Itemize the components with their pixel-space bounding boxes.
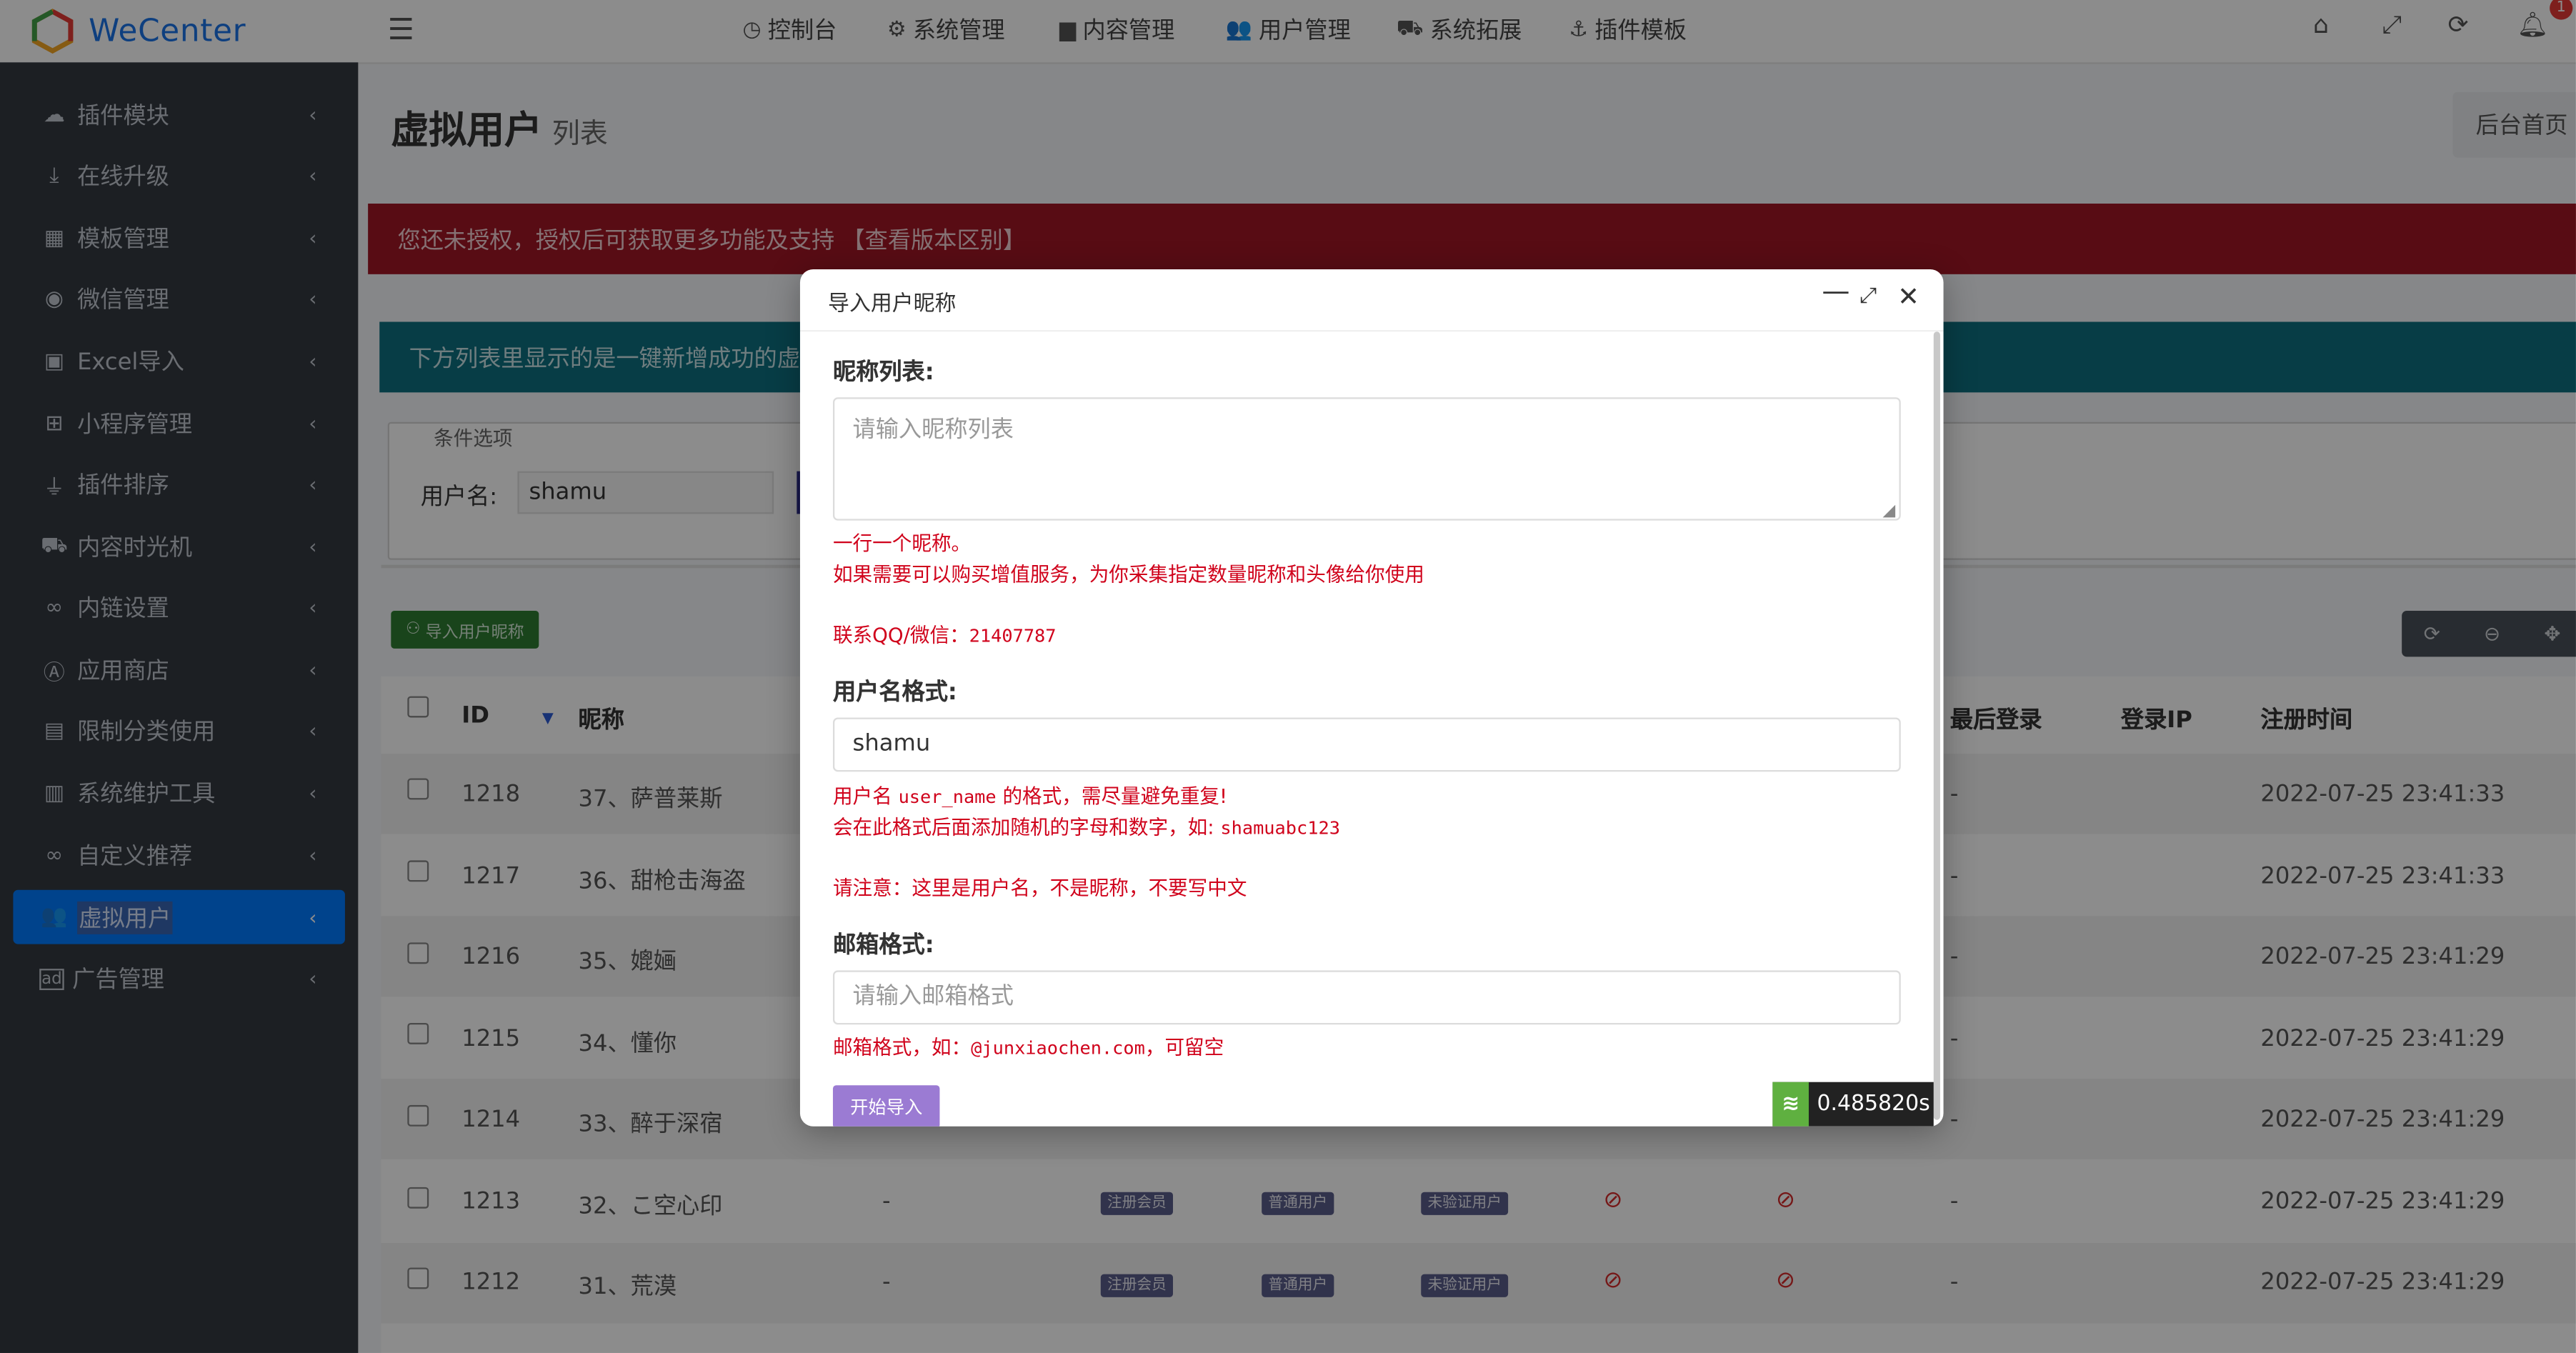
help-text: 会在此格式后面添加随机的字母和数字，如:: [832, 816, 1214, 839]
debug-timer[interactable]: ≋ 0.485820s: [1772, 1082, 1934, 1127]
help-text: 邮箱格式，如：: [832, 1036, 972, 1059]
debugbar-logo-icon: ≋: [1772, 1082, 1809, 1127]
help-text: 用户名: [832, 784, 892, 808]
dialog-scrollbar[interactable]: [1933, 331, 1940, 1120]
contact-qq: 21407787: [969, 625, 1057, 647]
username-format-input[interactable]: shamu: [832, 717, 1901, 772]
import-nickname-dialog: 导入用户昵称 — ⤢ ✕ 昵称列表: 请输入昵称列表 ◢ 一行一个昵称。 如果需…: [799, 269, 1944, 1127]
username-warning: 请注意：这里是用户名，不是昵称，不要写中文: [832, 877, 1247, 900]
help-text: 的格式，需尽量避免重复!: [1002, 784, 1228, 808]
email-format-label: 邮箱格式:: [832, 932, 934, 959]
dialog-header: [799, 269, 1944, 332]
minimize-icon[interactable]: —: [1822, 276, 1849, 309]
close-icon[interactable]: ✕: [1897, 281, 1919, 312]
resize-grip-icon[interactable]: ◢: [1882, 502, 1895, 520]
help-code: shamuabc123: [1220, 817, 1340, 839]
nickname-help-line1: 一行一个昵称。: [832, 531, 972, 555]
username-help-line1: 用户名 user_name 的格式，需尽量避免重复!: [833, 782, 1227, 809]
maximize-icon[interactable]: ⤢: [1859, 284, 1877, 309]
nickname-help-line2: 如果需要可以购买增值服务，为你采集指定数量昵称和头像给你使用: [832, 563, 1424, 586]
username-help-line2: 会在此格式后面添加随机的字母和数字，如: shamuabc123: [833, 813, 1340, 841]
help-code: user_name: [898, 786, 997, 808]
start-import-button[interactable]: 开始导入: [832, 1085, 940, 1127]
email-help: 邮箱格式，如：@junxiaochen.com，可留空: [833, 1033, 1224, 1061]
email-format-input[interactable]: 请输入邮箱格式: [832, 970, 1901, 1025]
username-format-label: 用户名格式:: [832, 679, 957, 707]
dialog-title: 导入用户昵称: [828, 292, 957, 317]
contact-label: 联系QQ/微信：: [832, 624, 969, 647]
nickname-list-label: 昵称列表:: [832, 359, 934, 386]
help-text: ，可留空: [1144, 1036, 1224, 1059]
timer-value: 0.485820s: [1817, 1092, 1930, 1117]
help-code: @junxiaochen.com: [971, 1037, 1145, 1059]
nickname-list-textarea[interactable]: 请输入昵称列表: [832, 397, 1901, 521]
nickname-help-contact: 联系QQ/微信：21407787: [833, 621, 1057, 649]
